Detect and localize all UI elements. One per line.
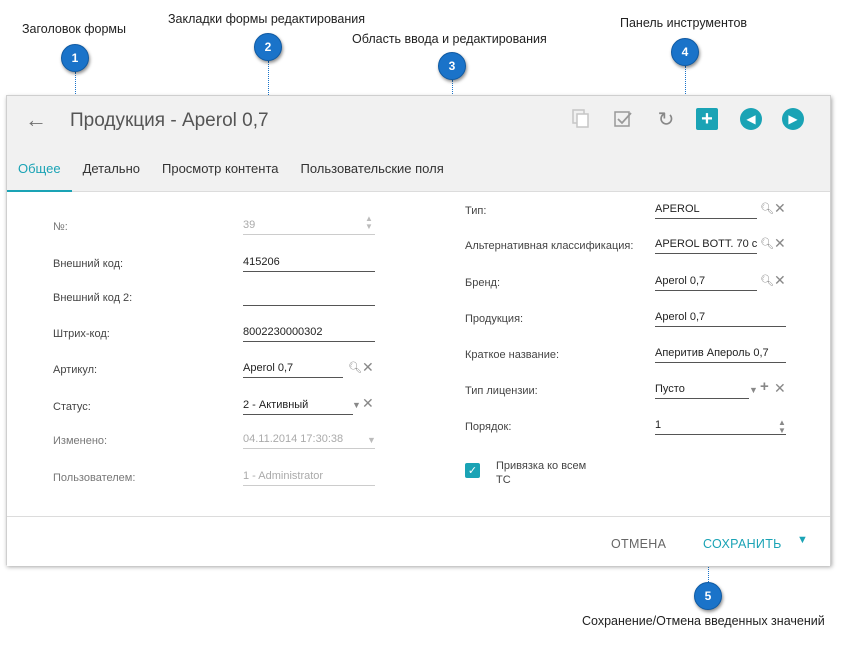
dropdown-arrow-icon[interactable]: ▼	[352, 398, 361, 412]
callout-badge-2: 2	[254, 33, 282, 61]
license-type-label: Тип лицензии:	[465, 385, 538, 397]
spinner-icon[interactable]: ▲ ▼	[365, 215, 373, 231]
tab-detail[interactable]: Детально	[72, 152, 151, 192]
number-label: №:	[53, 221, 68, 233]
callout-label-3: Область ввода и редактирования	[352, 32, 547, 46]
order-value: 1	[655, 419, 662, 431]
clear-icon[interactable]: ✕	[774, 381, 786, 395]
callout-label-4: Панель инструментов	[620, 16, 748, 30]
callout-badge-5: 5	[694, 582, 722, 610]
cancel-button[interactable]: ОТМЕНА	[611, 537, 666, 551]
clear-icon[interactable]: ✕	[362, 360, 374, 374]
callout-badge-4: 4	[671, 38, 699, 66]
modified-value: 04.11.2014 17:30:38	[243, 433, 344, 445]
clear-icon[interactable]: ✕	[362, 396, 374, 410]
add-icon[interactable]: +	[696, 108, 718, 130]
arrow-left-circle-icon[interactable]: ◀	[740, 108, 762, 130]
modified-field[interactable]: 04.11.2014 17:30:38	[243, 431, 375, 449]
tab-custom-fields[interactable]: Пользовательские поля	[289, 152, 454, 192]
search-icon[interactable]: 🔍︎	[760, 202, 774, 216]
short-name-value: Аперитив Апероль 0,7	[655, 347, 769, 359]
arrow-left-icon[interactable]: ←	[25, 108, 49, 132]
user-label: Пользователем:	[53, 472, 136, 484]
save-menu-chevron-icon[interactable]: ▼	[797, 534, 808, 546]
save-button[interactable]: СОХРАНИТЬ	[703, 537, 782, 551]
number-field[interactable]: 39	[243, 217, 375, 235]
link-all-checkbox[interactable]: ✓	[465, 463, 480, 478]
dropdown-arrow-icon[interactable]: ▼	[749, 383, 758, 397]
type-value: APEROL	[655, 203, 700, 215]
external-code-2-field[interactable]	[243, 288, 375, 306]
callout-leader-4	[685, 66, 686, 96]
article-field[interactable]: Aperol 0,7	[243, 360, 343, 378]
form-header: ← Продукция - Aperol 0,7 ↻ + ◀ ▶ Общее Д…	[7, 96, 830, 192]
article-value: Aperol 0,7	[243, 362, 294, 374]
callout-label-5: Сохранение/Отмена введенных значений	[582, 614, 825, 628]
form-window: ← Продукция - Aperol 0,7 ↻ + ◀ ▶ Общее Д…	[6, 95, 831, 566]
license-type-field[interactable]: Пусто	[655, 381, 749, 399]
number-value: 39	[243, 219, 256, 231]
product-label: Продукция:	[465, 313, 524, 325]
product-value: Aperol 0,7	[655, 311, 706, 323]
external-code-2-label: Внешний код 2:	[53, 292, 133, 304]
search-icon[interactable]: 🔍︎	[760, 237, 774, 251]
callout-badge-3: 3	[438, 52, 466, 80]
alt-class-label: Альтернативная классификация:	[465, 240, 634, 252]
form-title: Продукция - Aperol 0,7	[70, 110, 269, 131]
status-label: Статус:	[53, 401, 91, 413]
license-type-value: Пусто	[655, 383, 685, 395]
order-label: Порядок:	[465, 421, 512, 433]
copy-icon-graphic	[572, 109, 589, 128]
brand-value: Aperol 0,7	[655, 275, 706, 287]
form-footer: ОТМЕНА СОХРАНИТЬ ▼	[7, 516, 830, 566]
external-code-value: 415206	[243, 256, 280, 268]
dropdown-arrow-icon[interactable]: ▼	[367, 433, 376, 447]
external-code-field[interactable]: 415206	[243, 254, 375, 272]
short-name-label: Краткое название:	[465, 349, 560, 361]
check-square-icon[interactable]	[612, 108, 634, 130]
form-tabs: Общее Детально Просмотр контента Пользов…	[7, 152, 455, 192]
status-value: 2 - Активный	[243, 399, 309, 411]
product-field[interactable]: Aperol 0,7	[655, 309, 786, 327]
user-field[interactable]: 1 - Administrator	[243, 468, 375, 486]
barcode-field[interactable]: 8002230000302	[243, 324, 375, 342]
tab-general[interactable]: Общее	[7, 152, 72, 192]
short-name-field[interactable]: Аперитив Апероль 0,7	[655, 345, 786, 363]
link-all-checkbox-label: Привязка ко всем ТС	[496, 460, 587, 486]
type-field[interactable]: APEROL	[655, 201, 757, 219]
callout-badge-1: 1	[61, 44, 89, 72]
brand-label: Бренд:	[465, 277, 501, 289]
spinner-icon[interactable]: ▲ ▼	[778, 419, 786, 435]
user-value: 1 - Administrator	[243, 470, 324, 482]
clear-icon[interactable]: ✕	[774, 273, 786, 287]
tab-content-view[interactable]: Просмотр контента	[151, 152, 289, 192]
search-icon[interactable]: 🔍︎	[348, 361, 362, 375]
clear-icon[interactable]: ✕	[774, 236, 786, 250]
modified-label: Изменено:	[53, 435, 108, 447]
copy-icon[interactable]	[570, 108, 592, 130]
order-field[interactable]: 1	[655, 417, 786, 435]
brand-field[interactable]: Aperol 0,7	[655, 273, 757, 291]
refresh-icon[interactable]: ↻	[655, 108, 677, 131]
callout-label-1: Заголовок формы	[22, 22, 127, 36]
add-icon[interactable]: +	[760, 379, 769, 394]
status-field[interactable]: 2 - Активный	[243, 397, 353, 415]
article-label: Артикул:	[53, 364, 98, 376]
arrow-right-circle-icon[interactable]: ▶	[782, 108, 804, 130]
search-icon[interactable]: 🔍︎	[760, 274, 774, 288]
barcode-value: 8002230000302	[243, 326, 323, 338]
alt-class-field[interactable]: APEROL BOTT. 70 cl	[655, 236, 757, 254]
barcode-label: Штрих-код:	[53, 328, 110, 340]
external-code-label: Внешний код:	[53, 258, 124, 270]
clear-icon[interactable]: ✕	[774, 201, 786, 215]
check-square-icon-graphic	[614, 111, 632, 127]
callout-label-2: Закладки формы редактирования	[168, 12, 366, 26]
type-label: Тип:	[465, 205, 487, 217]
alt-class-value: APEROL BOTT. 70 cl	[655, 238, 757, 250]
